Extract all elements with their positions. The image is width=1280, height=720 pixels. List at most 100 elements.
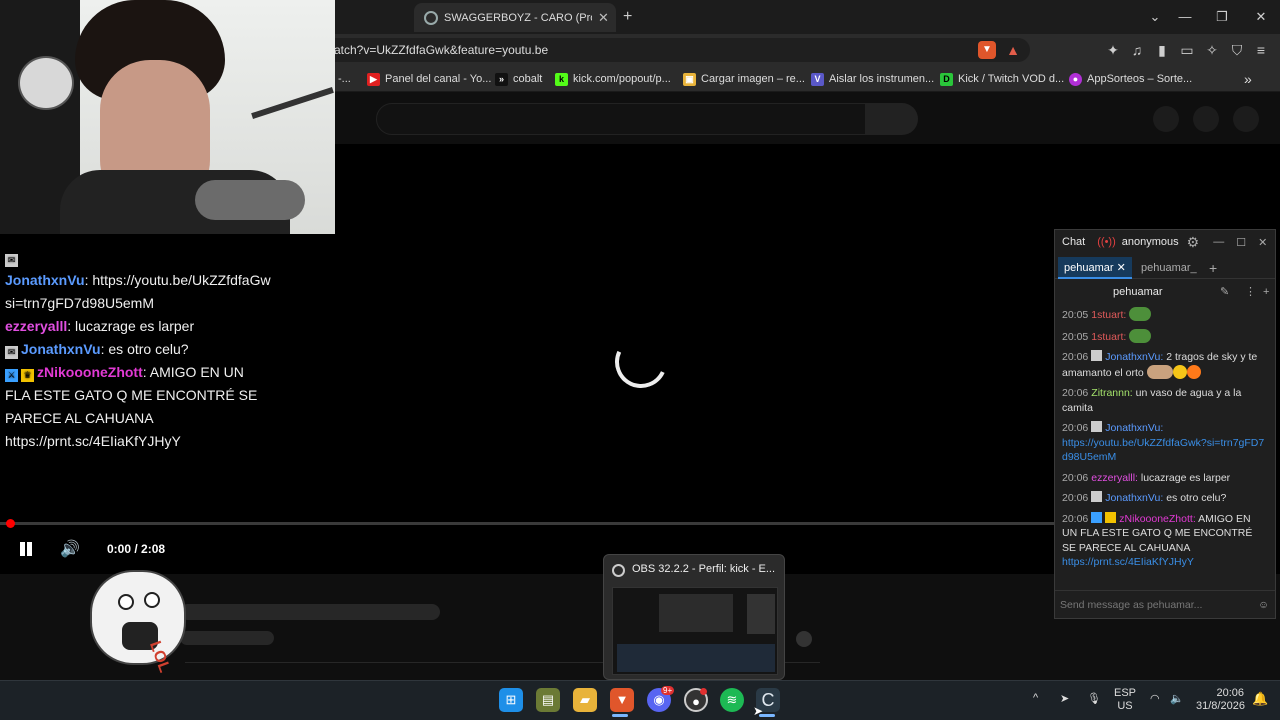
brave-shields-icon[interactable]: ▼: [978, 41, 996, 59]
wifi-icon[interactable]: ◠: [1150, 692, 1160, 705]
media-icon[interactable]: ♫: [1128, 41, 1146, 59]
title-placeholder: [180, 604, 440, 620]
create-icon[interactable]: [1153, 106, 1179, 132]
youtube-search-input[interactable]: [376, 103, 866, 135]
bookmark-3[interactable]: k kick.com/popout/p...: [555, 70, 671, 88]
overlay-chat-user: JonathxnVu: [5, 272, 85, 288]
chat-username[interactable]: 1stuart:: [1091, 309, 1126, 321]
image-upload-icon: ▣: [683, 72, 696, 86]
spotify-icon[interactable]: ≋: [720, 688, 744, 712]
sunglasses-emoji-icon: [1172, 364, 1187, 379]
avatar[interactable]: [1233, 106, 1259, 132]
tab-search-icon[interactable]: ⌄: [1140, 6, 1170, 28]
notifications-icon[interactable]: [1193, 106, 1219, 132]
chat-maximize-button[interactable]: ☐: [1236, 236, 1246, 249]
tab-close-icon[interactable]: ✕: [1117, 262, 1126, 274]
minimize-button[interactable]: —: [1170, 6, 1200, 28]
browser-tab[interactable]: SWAGGERBOYZ - CARO (Prod Ez ✕: [414, 3, 616, 32]
chat-link[interactable]: https://prnt.sc/4EIiaKfYJHyY: [1062, 556, 1194, 568]
chat-username[interactable]: Zitrannn:: [1091, 387, 1132, 399]
brave-rewards-icon[interactable]: ▲: [1004, 41, 1022, 59]
bookmark-label: cobalt: [513, 73, 543, 85]
timestamp: 20:05: [1062, 309, 1089, 321]
fire-emoji-icon: [1186, 364, 1201, 379]
chat-message-input[interactable]: Send message as pehuamar... ☺: [1055, 590, 1275, 618]
bookmark-2[interactable]: » cobalt: [495, 70, 542, 88]
more-options-icon[interactable]: ⋮: [1245, 280, 1256, 304]
timestamp: 20:05: [1062, 330, 1089, 343]
show-hidden-icons[interactable]: ^: [1033, 692, 1038, 704]
pepe-emote-icon: [1129, 307, 1152, 321]
live-icon: ((•)): [1097, 236, 1116, 248]
sword-badge-icon: ⚔: [5, 369, 18, 382]
youtube-search-button[interactable]: [866, 103, 918, 135]
bookmark-label: Panel del canal - Yo...: [385, 73, 492, 85]
notification-bell-icon[interactable]: 🔔: [1252, 691, 1268, 707]
vocal-remover-icon: V: [811, 72, 824, 86]
user-badge-icon: [1091, 491, 1103, 502]
overlay-chat-line: FLA ESTE GATO Q ME ENCONTRÉ SE: [5, 384, 295, 407]
chat-message: 20:06 JonathxnVu: https://youtu.be/UkZZfdf…: [1062, 421, 1268, 465]
new-tab-button[interactable]: +: [623, 8, 632, 26]
close-window-button[interactable]: ✕: [1246, 6, 1276, 28]
edit-icon[interactable]: ✎: [1220, 280, 1229, 304]
language-indicator[interactable]: ESP US: [1114, 687, 1136, 713]
extensions-icon[interactable]: ✦: [1104, 41, 1122, 59]
overlay-chat-user: JonathxnVu: [21, 341, 101, 357]
leo-ai-icon[interactable]: ✧: [1203, 41, 1221, 59]
channel-name: pehuamar: [1113, 286, 1163, 298]
settings-gear-icon[interactable]: ⚙: [1187, 234, 1200, 251]
brave-browser-icon[interactable]: ▼: [610, 688, 634, 712]
maximize-button[interactable]: ❐: [1207, 6, 1237, 28]
chat-channel-header: pehuamar ✎ ⋮ +: [1055, 280, 1275, 304]
discord-notification-badge: 9+: [661, 686, 675, 695]
chat-username[interactable]: JonathxnVu:: [1105, 492, 1163, 504]
bookmark-7[interactable]: ● AppSorteos – Sorte...: [1069, 70, 1192, 88]
app-icon[interactable]: ▤: [536, 688, 560, 712]
menu-icon[interactable]: ≡: [1252, 41, 1270, 59]
chat-link[interactable]: https://youtu.be/UkZZfdfaGwk?si=trn7gFD7…: [1062, 437, 1264, 464]
chat-minimize-button[interactable]: —: [1213, 236, 1224, 248]
progress-bar[interactable]: [0, 522, 1055, 525]
bookmark-0[interactable]: -...: [338, 70, 351, 88]
tray-app-icon[interactable]: ➤: [1060, 692, 1069, 705]
tab-close-icon[interactable]: ✕: [598, 10, 609, 26]
emoji-icon[interactable]: ☺: [1258, 591, 1269, 619]
bookmark-6[interactable]: D Kick / Twitch VOD d...: [940, 70, 1064, 88]
chat-tabs: pehuamar ✕ pehuamar_ +: [1055, 255, 1275, 279]
start-menu-icon[interactable]: ⊞: [499, 688, 523, 712]
chat-username[interactable]: JonathxnVu:: [1105, 351, 1163, 363]
clock[interactable]: 20:06 31/8/2026: [1196, 687, 1245, 713]
active-app-indicator: [759, 714, 775, 717]
pause-button[interactable]: [17, 540, 35, 558]
vpn-icon[interactable]: ⛉: [1228, 41, 1246, 59]
crown-badge-icon: ♛: [21, 369, 34, 382]
speaker-icon[interactable]: 🔈: [1170, 692, 1184, 705]
bookmark-1[interactable]: ▶ Panel del canal - Yo...: [367, 70, 491, 88]
keyboard-layout: US: [1117, 700, 1133, 712]
chat-username[interactable]: 1stuart:: [1091, 331, 1126, 343]
sidebar-icon[interactable]: ▮: [1153, 41, 1171, 59]
wallet-icon[interactable]: ▭: [1178, 41, 1196, 59]
volume-icon[interactable]: 🔊: [60, 539, 82, 559]
user-badge-icon: [1091, 421, 1103, 432]
tab-pehuamar[interactable]: pehuamar ✕: [1058, 257, 1132, 279]
more-bookmarks-button[interactable]: »: [1244, 70, 1252, 88]
tab-title: SWAGGERBOYZ - CARO (Prod Ez: [444, 11, 592, 24]
chat-close-button[interactable]: ✕: [1258, 236, 1267, 249]
chat-username[interactable]: ezzeryalll:: [1091, 472, 1138, 484]
chat-username[interactable]: JonathxnVu:: [1105, 422, 1163, 434]
kick-icon: k: [555, 72, 568, 86]
obs-thumbnail-preview[interactable]: OBS 32.2.2 - Perfil: kick - E...: [603, 554, 785, 680]
tab-pehuamar-alt[interactable]: pehuamar_: [1135, 257, 1203, 279]
progress-scrubber[interactable]: [6, 519, 15, 528]
bookmark-4[interactable]: ▣ Cargar imagen – re...: [683, 70, 805, 88]
microphone-tray-icon[interactable]: 🎙: [1087, 692, 1101, 705]
chat-username[interactable]: zNikoooneZhott:: [1119, 513, 1195, 525]
overlay-chat-user: ezzeryalll: [5, 318, 68, 334]
bookmark-5[interactable]: V Aislar los instrumen...: [811, 70, 934, 88]
add-tab-button[interactable]: +: [1203, 257, 1223, 279]
add-split-icon[interactable]: +: [1263, 280, 1269, 304]
file-explorer-icon[interactable]: ▰: [573, 688, 597, 712]
address-bar[interactable]: atch?v=UkZZfdfaGwk&feature=youtu.be: [320, 38, 1030, 62]
